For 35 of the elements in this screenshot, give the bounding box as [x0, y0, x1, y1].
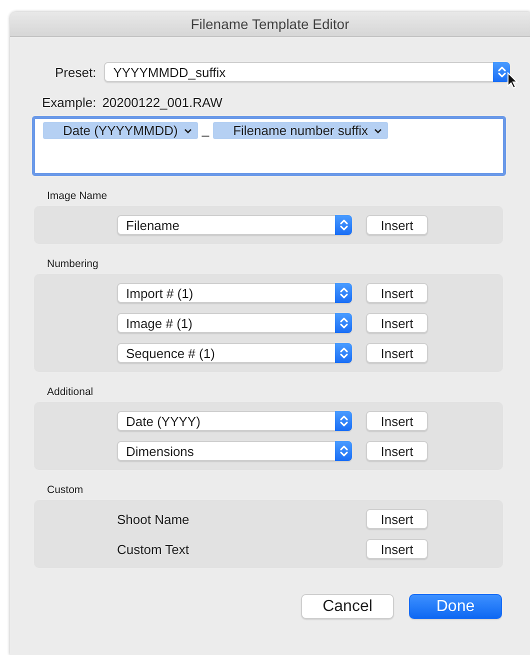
insert-button[interactable]: Insert	[366, 509, 428, 529]
token-dropdown[interactable]: Image # (1)	[117, 313, 352, 333]
insert-button[interactable]: Insert	[366, 441, 428, 461]
window-title: Filename Template Editor	[190, 16, 350, 32]
section-title: Image Name	[47, 190, 108, 202]
insert-button[interactable]: Insert	[366, 539, 428, 559]
chevron-icon	[184, 128, 192, 134]
token-dropdown[interactable]: Date (YYYY)	[117, 411, 352, 431]
section-title: Additional	[47, 386, 94, 398]
done-button[interactable]: Done	[409, 594, 502, 619]
section-title: Custom	[47, 484, 84, 496]
cursor-icon	[507, 72, 518, 89]
token-dropdown[interactable]: Filename	[117, 215, 352, 235]
insert-button[interactable]: Insert	[366, 283, 428, 303]
separator-text: _	[202, 122, 210, 137]
example-label: Example:	[42, 95, 96, 110]
insert-button[interactable]: Insert	[366, 343, 428, 363]
template-token[interactable]: Filename number suffix	[213, 122, 388, 139]
cancel-button[interactable]: Cancel	[301, 594, 394, 619]
section-title: Numbering	[47, 258, 100, 270]
example-value: 20200122_001.RAW	[102, 95, 222, 110]
preset-dropdown[interactable]: YYYYMMDD_suffix	[104, 62, 510, 82]
insert-button[interactable]: Insert	[366, 215, 428, 235]
token-dropdown[interactable]: Import # (1)	[117, 283, 352, 303]
chevron-icon	[374, 128, 382, 134]
stepper-icon[interactable]	[493, 62, 510, 82]
token-label: Custom Text	[117, 542, 190, 556]
token-label: Shoot Name	[117, 512, 190, 526]
insert-button[interactable]: Insert	[366, 411, 428, 431]
token-dropdown[interactable]: Dimensions	[117, 441, 352, 461]
insert-button[interactable]: Insert	[366, 313, 428, 333]
preset-label: Preset:	[55, 64, 96, 80]
token-dropdown[interactable]: Sequence # (1)	[117, 343, 352, 363]
template-field[interactable]: Date (YYYYMMDD) _ Filename number suffix	[32, 116, 506, 176]
template-token[interactable]: Date (YYYYMMDD)	[43, 122, 198, 139]
